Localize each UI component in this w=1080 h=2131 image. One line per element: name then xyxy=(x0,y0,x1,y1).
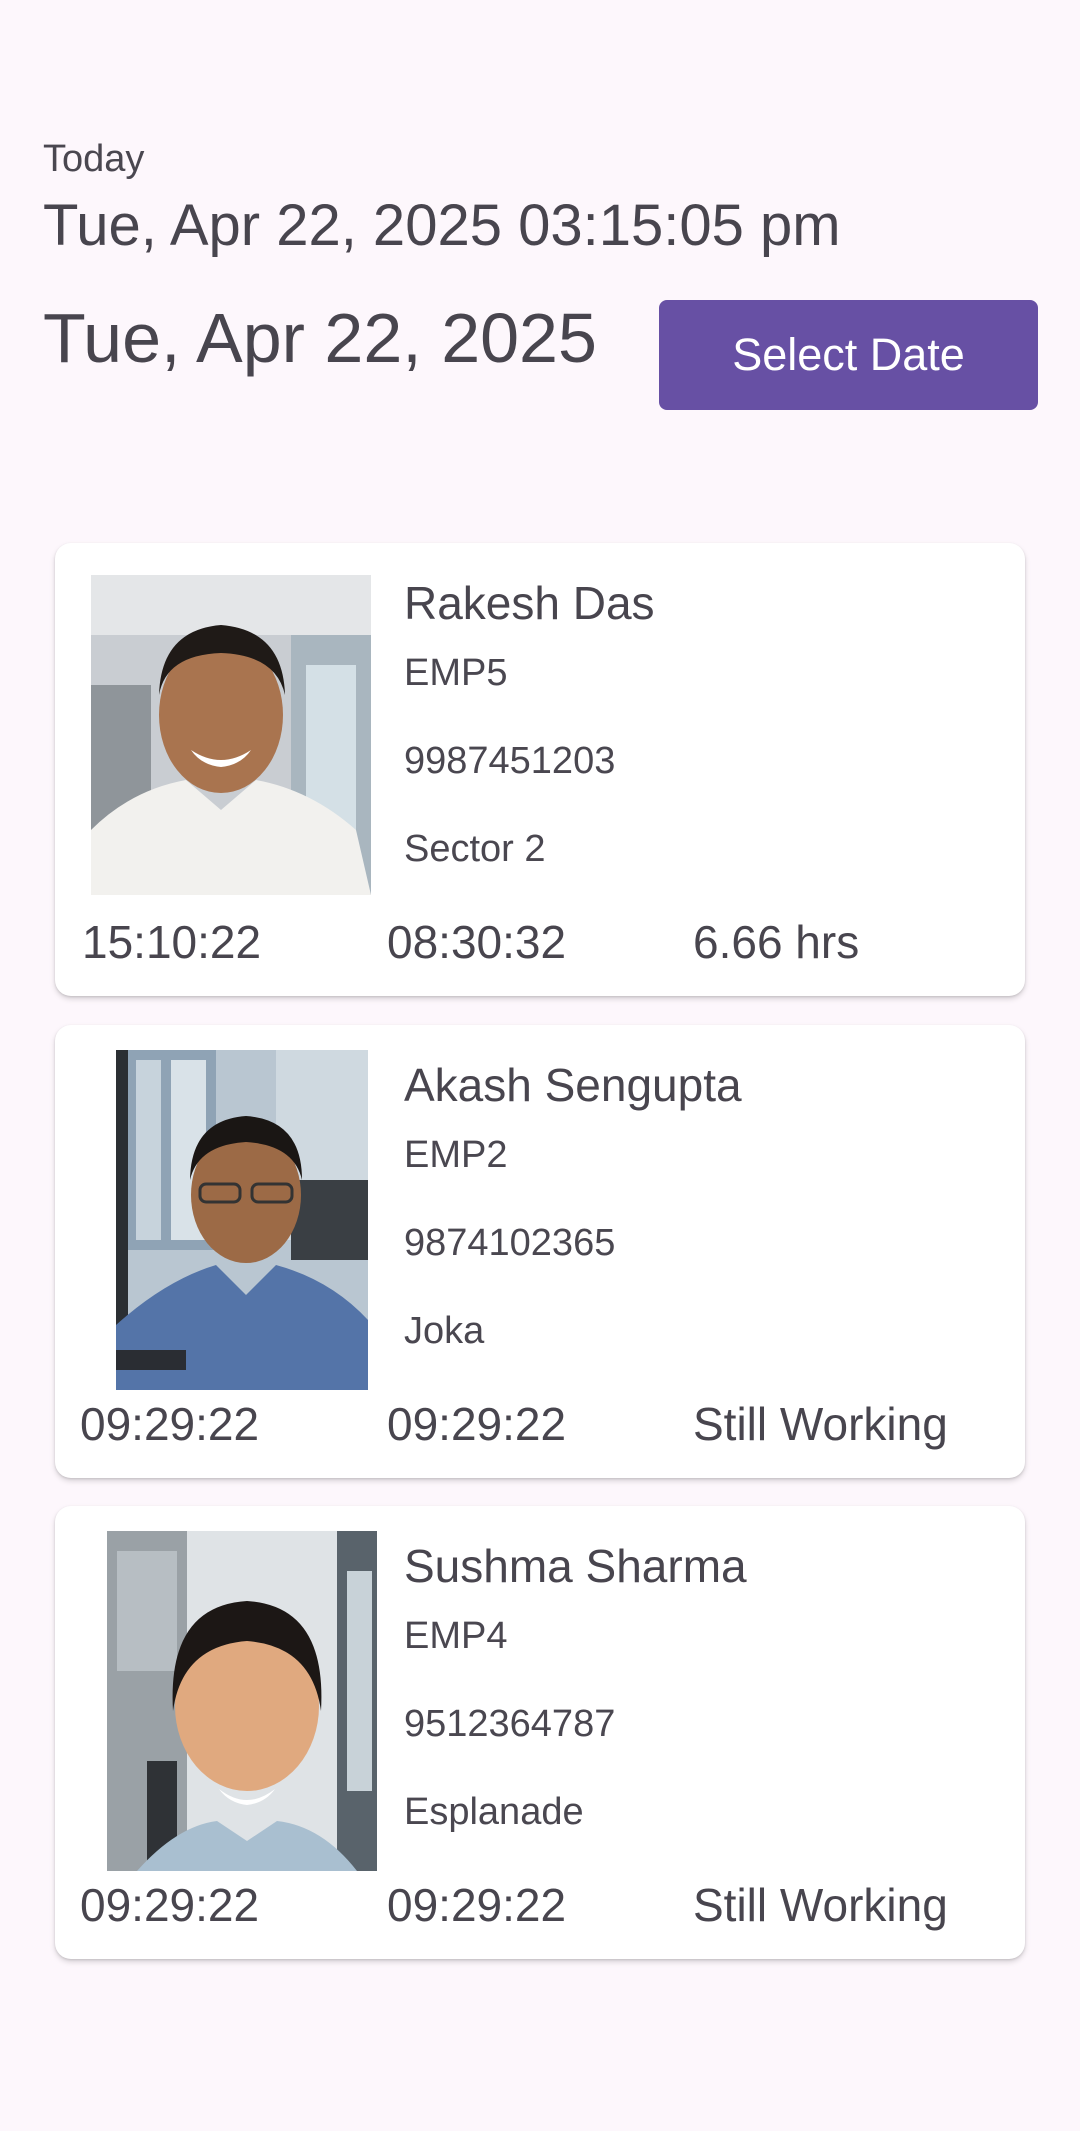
today-label: Today xyxy=(43,138,145,180)
hours-worked: 6.66 hrs xyxy=(693,916,860,968)
in-time: 09:29:22 xyxy=(80,1398,260,1450)
employee-name: Rakesh Das xyxy=(404,577,655,629)
employee-photo xyxy=(107,1531,377,1871)
select-date-button[interactable]: Select Date xyxy=(659,300,1038,410)
employee-id: EMP2 xyxy=(404,1134,508,1176)
employee-card[interactable]: Rakesh Das EMP5 9987451203 Sector 2 15:1… xyxy=(55,543,1025,996)
employee-phone: 9987451203 xyxy=(404,740,616,782)
employee-id: EMP5 xyxy=(404,652,508,694)
employee-photo xyxy=(91,575,371,895)
in-time: 09:29:22 xyxy=(80,1879,260,1931)
employee-card[interactable]: Sushma Sharma EMP4 9512364787 Esplanade … xyxy=(55,1506,1025,1959)
out-time: 08:30:32 xyxy=(387,916,567,968)
out-time: 09:29:22 xyxy=(387,1398,567,1450)
employee-location: Joka xyxy=(404,1310,485,1352)
selected-date: Tue, Apr 22, 2025 xyxy=(43,299,597,377)
current-datetime: Tue, Apr 22, 2025 03:15:05 pm xyxy=(43,193,841,258)
out-time: 09:29:22 xyxy=(387,1879,567,1931)
employee-phone: 9512364787 xyxy=(404,1703,616,1745)
employee-id: EMP4 xyxy=(404,1615,508,1657)
employee-photo xyxy=(116,1050,368,1390)
employee-location: Esplanade xyxy=(404,1791,584,1833)
employee-location: Sector 2 xyxy=(404,828,546,870)
employee-card[interactable]: Akash Sengupta EMP2 9874102365 Joka 09:2… xyxy=(55,1025,1025,1478)
in-time: 15:10:22 xyxy=(82,916,262,968)
hours-worked: Still Working xyxy=(693,1879,948,1931)
employee-phone: 9874102365 xyxy=(404,1222,616,1264)
employee-name: Sushma Sharma xyxy=(404,1540,747,1592)
hours-worked: Still Working xyxy=(693,1398,948,1450)
employee-name: Akash Sengupta xyxy=(404,1059,742,1111)
